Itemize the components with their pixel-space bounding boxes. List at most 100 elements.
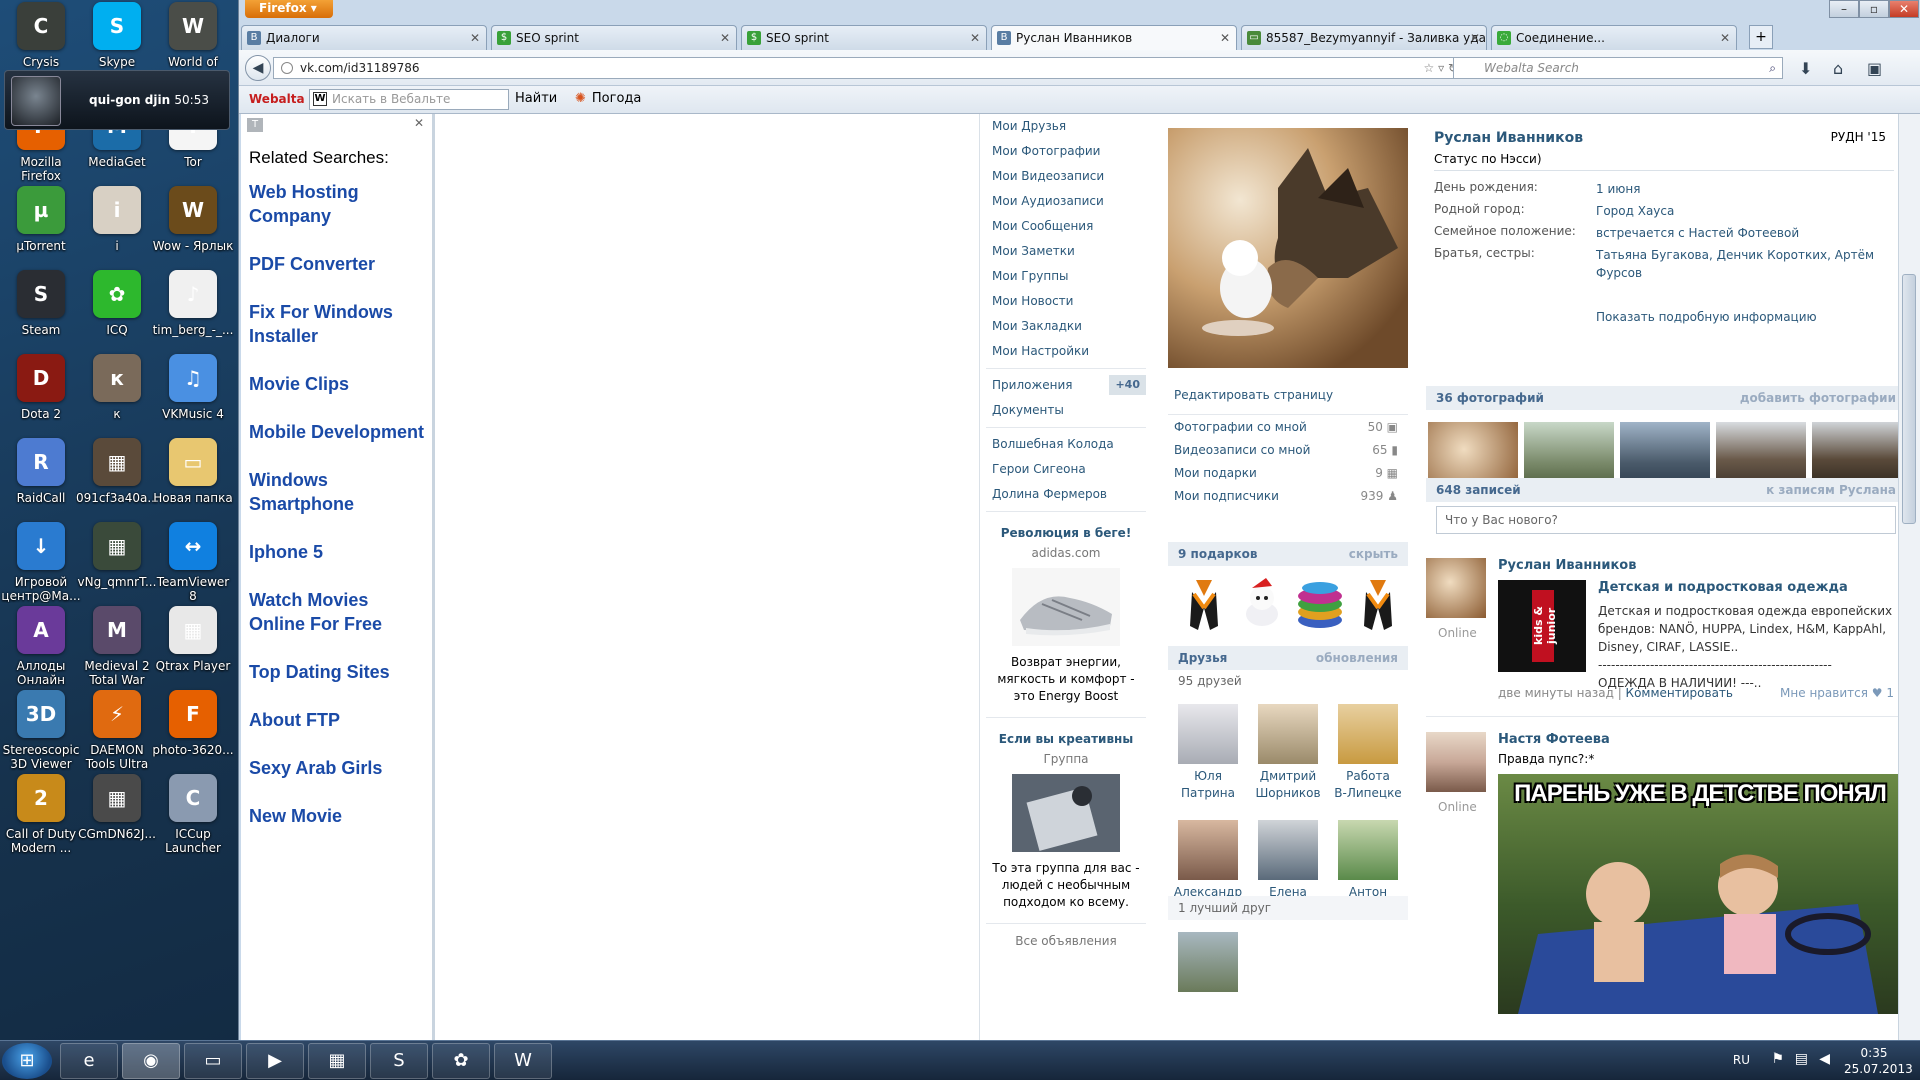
counter-link[interactable]: Фотографии со мной 50 ▣ — [1174, 420, 1404, 434]
ad-title[interactable]: Революция в беге! — [986, 526, 1146, 540]
scrollbar[interactable] — [1898, 114, 1920, 1040]
close-icon[interactable]: ✕ — [414, 116, 424, 130]
menu-item[interactable]: Мои Сообщения — [986, 214, 1146, 239]
related-search-link[interactable]: PDF Converter — [249, 252, 429, 276]
dog-gift-icon[interactable] — [1236, 576, 1288, 632]
friend-photo[interactable] — [1338, 820, 1398, 880]
like-button[interactable]: Мне нравится ♥ 1 — [1780, 686, 1894, 700]
desktop-icon-iccup[interactable]: C ICCup Launcher — [152, 768, 234, 872]
related-search-link[interactable]: Fix For Windows Installer — [249, 300, 429, 348]
close-icon[interactable]: ✕ — [970, 26, 980, 50]
close-button[interactable]: ✕ — [1889, 0, 1919, 18]
counter-link[interactable]: Мои подписчики 939 ♟ — [1174, 489, 1404, 503]
friend-photo[interactable] — [1178, 704, 1238, 764]
repost-image[interactable]: kids & junior — [1498, 580, 1586, 672]
ad-block-2[interactable]: Если вы креативны Группа То эта группа д… — [986, 732, 1146, 911]
webalta-search-input[interactable]: W Искать в Вебальте — [309, 89, 509, 110]
close-icon[interactable]: ✕ — [1470, 26, 1480, 50]
tab-connecting[interactable]: ◌ Соединение... ✕ — [1491, 25, 1737, 50]
clock[interactable]: 0:35 25.07.2013 — [1844, 1045, 1913, 1077]
all-ads-link[interactable]: Все объявления — [986, 923, 1146, 948]
friend-card[interactable]: Работа В-Липецке — [1332, 704, 1404, 802]
network-icon[interactable]: ▤ — [1795, 1051, 1808, 1067]
best-friend-photo[interactable] — [1178, 932, 1238, 992]
related-search-link[interactable]: Windows Smartphone — [249, 468, 429, 516]
info-value[interactable]: Татьяна Бугакова, Денчик Коротких, Артём… — [1596, 246, 1896, 282]
ad-title[interactable]: Если вы креативны — [986, 732, 1146, 746]
tab-seo-sprint-2[interactable]: $ SEO sprint ✕ — [741, 25, 987, 50]
taskbar-media-button[interactable]: ▶ — [246, 1043, 304, 1079]
search-icon[interactable]: ⌕ — [1769, 58, 1776, 78]
tab-upload[interactable]: ▭ 85587_Bezymyannyif - Заливка удал... ✕ — [1241, 25, 1487, 50]
menu-item[interactable]: Мои Аудиозаписи — [986, 189, 1146, 214]
apps-count-badge[interactable]: +40 — [1109, 375, 1146, 395]
friend-photo[interactable] — [1178, 820, 1238, 880]
menu-game-item[interactable]: Герои Сигеона — [986, 457, 1146, 482]
wall-filter-link[interactable]: к записям Руслана — [1766, 478, 1896, 502]
firefox-menu-button[interactable]: Firefox ▾ — [245, 0, 333, 18]
info-value[interactable]: 1 июня — [1596, 180, 1896, 198]
skype-notification[interactable]: qui-gon djin 50:53 — [4, 70, 230, 130]
start-button[interactable]: ⊞ — [2, 1043, 52, 1079]
url-bar[interactable]: vk.com/id31189786 ☆ ▿ ↻ — [273, 57, 1465, 79]
new-tab-button[interactable]: + — [1749, 25, 1773, 49]
close-icon[interactable]: ✕ — [720, 26, 730, 50]
menu-apps[interactable]: Приложения +40 — [986, 373, 1146, 398]
cake-gift-icon[interactable] — [1294, 576, 1346, 632]
friend-card[interactable]: Дмитрий Шорников — [1252, 704, 1324, 802]
menu-item[interactable]: Мои Закладки — [986, 314, 1146, 339]
related-search-link[interactable]: New Movie — [249, 804, 429, 828]
avatar[interactable] — [1426, 732, 1486, 792]
show-more-info-link[interactable]: Показать подробную информацию — [1596, 310, 1817, 324]
taskbar-word-button[interactable]: W — [494, 1043, 552, 1079]
menu-game-item[interactable]: Долина Фермеров — [986, 482, 1146, 507]
menu-item[interactable]: Мои Друзья — [986, 114, 1146, 139]
volume-icon[interactable]: ◀ — [1819, 1051, 1830, 1067]
menu-item[interactable]: Мои Фотографии — [986, 139, 1146, 164]
repost-title[interactable]: Детская и подростковая одежда — [1598, 580, 1848, 595]
counter-link[interactable]: Видеозаписи со мной 65 ▮ — [1174, 443, 1404, 457]
related-search-link[interactable]: Sexy Arab Girls — [249, 756, 429, 780]
tab-profile[interactable]: В Руслан Иванников ✕ — [991, 25, 1237, 50]
friends-header[interactable]: Друзья обновления — [1168, 646, 1408, 670]
close-icon[interactable]: ✕ — [470, 26, 480, 50]
menu-docs[interactable]: Документы — [986, 398, 1146, 423]
hide-gifts-link[interactable]: скрыть — [1349, 542, 1398, 566]
related-search-link[interactable]: Web Hosting Company — [249, 180, 429, 228]
search-input[interactable]: Webalta Search ⌕ — [1453, 57, 1783, 79]
taskbar-icq-button[interactable]: ✿ — [432, 1043, 490, 1079]
language-indicator[interactable]: RU — [1733, 1053, 1750, 1067]
minimize-button[interactable]: – — [1829, 0, 1859, 18]
edit-page-link[interactable]: Редактировать страницу — [1174, 388, 1404, 402]
counter-link[interactable]: Мои подарки 9 ▦ — [1174, 466, 1404, 480]
menu-game-item[interactable]: Волшебная Колода — [986, 432, 1146, 457]
menu-item[interactable]: Мои Настройки — [986, 339, 1146, 364]
friend-photo[interactable] — [1338, 704, 1398, 764]
related-search-link[interactable]: Iphone 5 — [249, 540, 429, 564]
taskbar-ie-button[interactable]: e — [60, 1043, 118, 1079]
sneaker-image[interactable] — [1012, 568, 1120, 646]
comment-link[interactable]: Комментировать — [1626, 686, 1733, 700]
friend-photo[interactable] — [1258, 820, 1318, 880]
scrollbar-thumb[interactable] — [1902, 274, 1916, 524]
taskbar-explorer-button[interactable]: ▭ — [184, 1043, 242, 1079]
profile-university[interactable]: РУДН '15 — [1831, 130, 1886, 144]
addons-icon[interactable]: ▣ — [1867, 59, 1882, 78]
desktop-icon-cod[interactable]: 2 Call of Duty Modern ... — [0, 768, 82, 872]
friends-updates-link[interactable]: обновления — [1316, 646, 1398, 670]
maximize-button[interactable]: ▫ — [1859, 0, 1889, 18]
download-icon[interactable]: ⬇ — [1799, 59, 1812, 78]
ribbon-gift-icon[interactable] — [1352, 576, 1404, 632]
add-photos-link[interactable]: добавить фотографии — [1740, 386, 1896, 410]
taskbar-firefox-button[interactable]: ◉ — [122, 1043, 180, 1079]
related-search-link[interactable]: About FTP — [249, 708, 429, 732]
home-icon[interactable]: ⌂ — [1833, 59, 1843, 78]
profile-avatar[interactable] — [1168, 128, 1408, 368]
menu-item[interactable]: Мои Новости — [986, 289, 1146, 314]
related-search-link[interactable]: Top Dating Sites — [249, 660, 429, 684]
flag-icon[interactable]: ⚑ — [1771, 1051, 1784, 1067]
close-icon[interactable]: ✕ — [1720, 26, 1730, 50]
back-button[interactable]: ◀ — [245, 55, 271, 81]
info-value[interactable]: встречается с Настей Фотеевой — [1596, 224, 1896, 242]
wall-header[interactable]: 648 записей к записям Руслана — [1426, 478, 1906, 502]
